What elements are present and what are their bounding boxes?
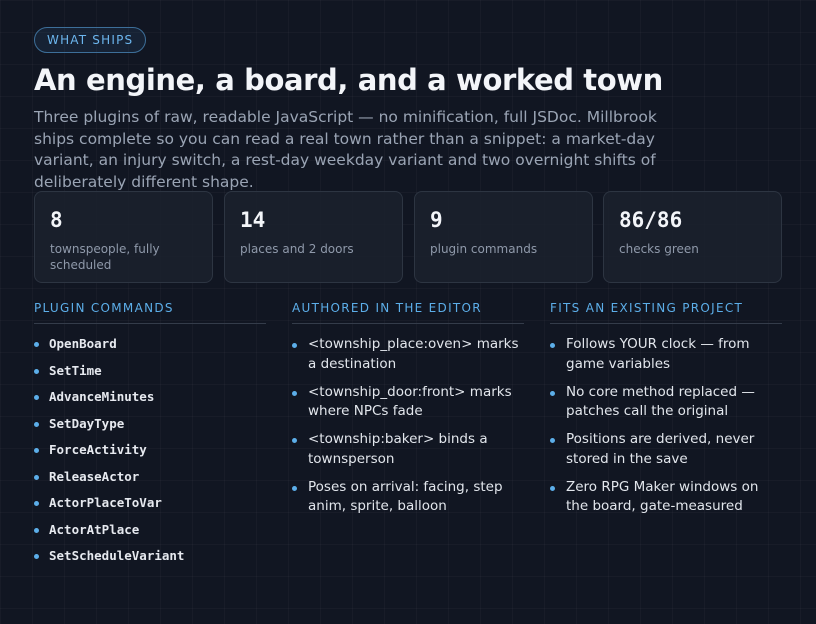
list-item: ReleaseActor: [34, 468, 266, 495]
command-name: OpenBoard: [49, 336, 117, 351]
list-item: OpenBoard: [34, 335, 266, 362]
command-name: ReleaseActor: [49, 468, 140, 484]
page-title: An engine, a board, and a worked town: [34, 63, 663, 97]
bullet-dot-icon: [550, 343, 555, 348]
section-badge: WHAT SHIPS: [34, 27, 147, 53]
stat-value: 9: [430, 208, 443, 232]
list-item: Poses on arrival: facing, step anim, spr…: [292, 478, 524, 517]
item-text: <township_door:front> marks where NPCs f…: [308, 383, 512, 420]
item-text: Zero RPG Maker windows on the board, gat…: [566, 478, 759, 515]
list-item: SetTime: [34, 362, 266, 389]
stat-label: plugin commands: [430, 242, 538, 256]
bullet-dot-icon: [34, 474, 39, 480]
bullet-dot-icon: [34, 342, 39, 347]
item-text: Follows YOUR clock — from game variables: [566, 336, 750, 372]
list-item: Zero RPG Maker windows on the board, gat…: [550, 478, 782, 517]
bullet-dot-icon: [550, 438, 555, 443]
item-text: Positions are derived, never stored in t…: [566, 431, 755, 467]
authored-column: AUTHORED IN THE EDITOR <township_place:o…: [292, 301, 524, 525]
stat-value: 14: [240, 208, 266, 232]
list-item: ForceActivity: [34, 441, 266, 468]
item-text: <township:baker> binds a townsperson: [308, 431, 488, 467]
page-description: Three plugins of raw, readable JavaScrip…: [34, 108, 657, 191]
list-item: <township_door:front> marks where NPCs f…: [292, 383, 524, 422]
command-name: SetTime: [49, 362, 102, 378]
list-item: <township_place:oven> marks a destinatio…: [292, 335, 524, 374]
item-text: No core method replaced — patches call t…: [566, 383, 755, 420]
command-name: SetScheduleVariant: [49, 548, 185, 563]
bullet-dot-icon: [34, 554, 39, 559]
bullet-dot-icon: [292, 485, 297, 491]
list-item: AdvanceMinutes: [34, 388, 266, 415]
list-item: SetScheduleVariant: [34, 547, 266, 574]
list-item: <township:baker> binds a townsperson: [292, 430, 524, 469]
bullet-dot-icon: [292, 343, 297, 348]
bullet-dot-icon: [550, 390, 555, 396]
stat-value: 8: [50, 208, 63, 232]
command-name: ActorAtPlace: [49, 521, 140, 537]
bullet-dot-icon: [34, 368, 39, 374]
item-text: <township_place:oven> marks a destinatio…: [308, 336, 519, 372]
list-item: SetDayType: [34, 415, 266, 442]
bullet-dot-icon: [292, 390, 297, 396]
stat-card-places: 14 places and 2 doors: [224, 191, 403, 283]
command-name: SetDayType: [49, 415, 125, 431]
list-item: ActorAtPlace: [34, 521, 266, 548]
list-item: Follows YOUR clock — from game variables: [550, 335, 782, 374]
stat-card-townspeople: 8 townspeople, fully scheduled: [34, 191, 213, 283]
authored-list: <township_place:oven> marks a destinatio…: [292, 335, 524, 517]
bullet-dot-icon: [34, 395, 39, 400]
list-item: ActorPlaceToVar: [34, 494, 266, 521]
bullet-dot-icon: [34, 527, 39, 533]
command-name: AdvanceMinutes: [49, 389, 155, 404]
stat-label: townspeople, fully scheduled: [50, 242, 160, 272]
list-item: No core method replaced — patches call t…: [550, 383, 782, 422]
command-name: ForceActivity: [49, 442, 147, 457]
stat-label: places and 2 doors: [240, 242, 354, 256]
list-item: Positions are derived, never stored in t…: [550, 430, 782, 469]
column-heading: AUTHORED IN THE EDITOR: [292, 301, 524, 324]
fits-project-column: FITS AN EXISTING PROJECT Follows YOUR cl…: [550, 301, 782, 525]
bullet-dot-icon: [34, 501, 39, 506]
command-name: ActorPlaceToVar: [49, 495, 162, 510]
bullet-dot-icon: [34, 421, 39, 427]
column-heading: PLUGIN COMMANDS: [34, 301, 266, 324]
stat-value: 86/86: [619, 208, 683, 232]
bullet-dot-icon: [550, 485, 555, 491]
stat-card-checks: 86/86 checks green: [603, 191, 782, 283]
item-text: Poses on arrival: facing, step anim, spr…: [308, 478, 503, 515]
plugin-commands-column: PLUGIN COMMANDS OpenBoard SetTime Advanc…: [34, 301, 266, 574]
stat-card-commands: 9 plugin commands: [414, 191, 593, 283]
fits-list: Follows YOUR clock — from game variables…: [550, 335, 782, 517]
bullet-dot-icon: [34, 448, 39, 453]
column-heading: FITS AN EXISTING PROJECT: [550, 301, 782, 324]
stat-label: checks green: [619, 242, 699, 256]
command-list: OpenBoard SetTime AdvanceMinutes SetDayT…: [34, 335, 266, 574]
bullet-dot-icon: [292, 438, 297, 443]
